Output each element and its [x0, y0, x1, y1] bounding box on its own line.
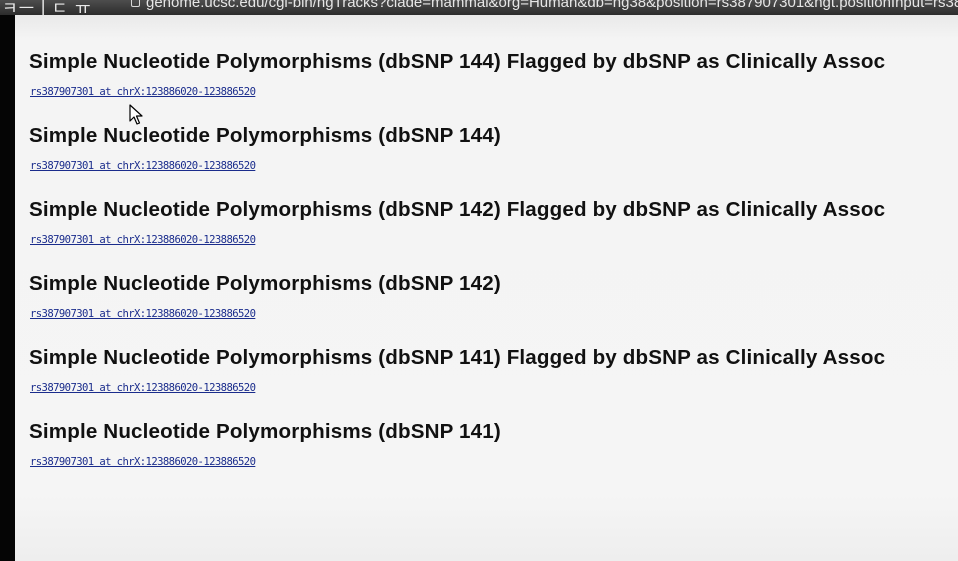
- page-icon: [131, 0, 140, 7]
- result-section: Simple Nucleotide Polymorphisms (dbSNP 1…: [29, 420, 949, 468]
- result-section: Simple Nucleotide Polymorphisms (dbSNP 1…: [29, 346, 949, 394]
- track-title: Simple Nucleotide Polymorphisms (dbSNP 1…: [29, 272, 501, 295]
- mouse-cursor-icon: [129, 104, 143, 125]
- browser-address-bar[interactable]: ㅋㅡㅣㄷ ㅠ genome.ucsc.edu/cgi-bin/hgTracks?…: [0, 0, 958, 15]
- position-link[interactable]: rs387907301 at chrX:123886020-123886520: [30, 160, 256, 172]
- url-text[interactable]: genome.ucsc.edu/cgi-bin/hgTracks?clade=m…: [146, 0, 958, 11]
- search-results-page: Simple Nucleotide Polymorphisms (dbSNP 1…: [15, 15, 958, 561]
- track-title: Simple Nucleotide Polymorphisms (dbSNP 1…: [29, 346, 886, 369]
- track-title: Simple Nucleotide Polymorphisms (dbSNP 1…: [29, 198, 886, 221]
- position-link[interactable]: rs387907301 at chrX:123886020-123886520: [30, 456, 256, 468]
- browser-toolbar-glyphs: ㅋㅡㅣㄷ ㅠ: [2, 0, 92, 15]
- result-section: Simple Nucleotide Polymorphisms (dbSNP 1…: [29, 198, 949, 246]
- result-section: Simple Nucleotide Polymorphisms (dbSNP 1…: [29, 272, 949, 320]
- track-title: Simple Nucleotide Polymorphisms (dbSNP 1…: [29, 124, 501, 147]
- track-title: Simple Nucleotide Polymorphisms (dbSNP 1…: [29, 50, 886, 73]
- position-link[interactable]: rs387907301 at chrX:123886020-123886520: [30, 308, 256, 320]
- position-link[interactable]: rs387907301 at chrX:123886020-123886520: [30, 382, 256, 394]
- position-link[interactable]: rs387907301 at chrX:123886020-123886520: [30, 86, 256, 98]
- result-section: Simple Nucleotide Polymorphisms (dbSNP 1…: [29, 50, 949, 98]
- result-section: Simple Nucleotide Polymorphisms (dbSNP 1…: [29, 124, 949, 172]
- left-window-edge: [0, 0, 15, 561]
- track-title: Simple Nucleotide Polymorphisms (dbSNP 1…: [29, 420, 501, 443]
- position-link[interactable]: rs387907301 at chrX:123886020-123886520: [30, 234, 256, 246]
